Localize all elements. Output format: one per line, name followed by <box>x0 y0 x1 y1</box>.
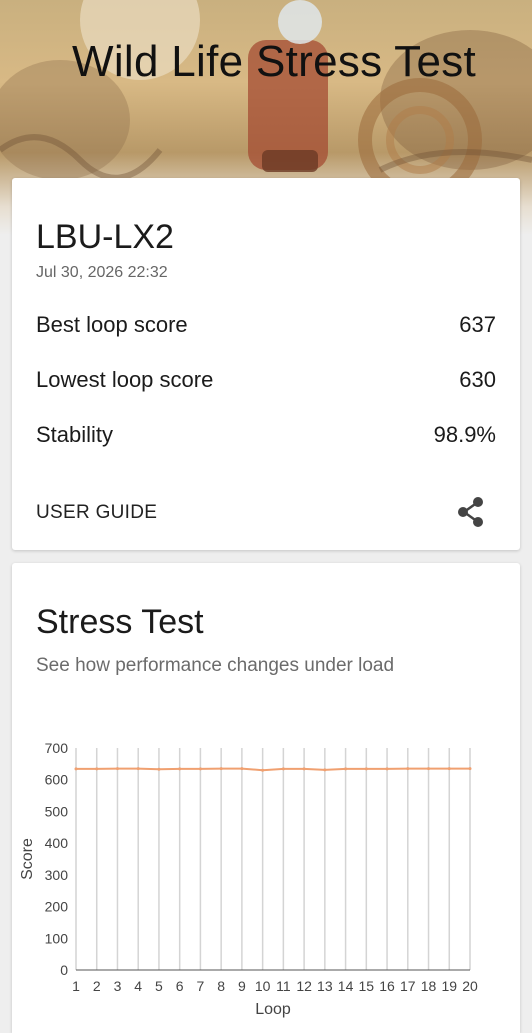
x-tick-label: 7 <box>197 978 205 994</box>
x-axis-title: Loop <box>255 1001 291 1018</box>
y-tick-label: 0 <box>60 962 68 978</box>
lowest-loop-score-label: Lowest loop score <box>36 367 214 392</box>
y-tick-label: 500 <box>45 803 69 819</box>
score-series-line <box>76 767 470 772</box>
score-data-point <box>74 767 78 771</box>
y-tick-label: 700 <box>45 740 69 756</box>
score-data-point <box>178 767 182 771</box>
score-data-point <box>468 767 472 771</box>
stability-value: 98.9% <box>433 422 496 447</box>
stability-label: Stability <box>36 422 114 447</box>
x-tick-label: 14 <box>338 978 354 994</box>
stress-test-subtitle: See how performance changes under load <box>36 655 395 676</box>
score-data-point <box>115 767 119 771</box>
score-data-point <box>344 767 348 771</box>
score-data-point <box>281 767 285 771</box>
x-tick-label: 10 <box>255 978 271 994</box>
x-tick-label: 13 <box>317 978 333 994</box>
score-data-point <box>323 768 327 772</box>
x-tick-label: 8 <box>217 978 225 994</box>
x-tick-label: 4 <box>134 978 142 994</box>
score-data-point <box>427 767 431 771</box>
x-tick-label: 17 <box>400 978 416 994</box>
score-data-point <box>198 767 202 771</box>
score-chart: 01002003004005006007001 2 3 4 5 6 7 8 9 10 11 12 13 1… <box>19 740 478 1018</box>
x-tick-label: 1 <box>72 978 80 994</box>
score-data-point <box>157 767 161 771</box>
lowest-loop-score-value: 630 <box>459 367 496 392</box>
x-tick-label: 19 <box>441 978 457 994</box>
y-tick-label: 300 <box>45 867 69 883</box>
score-data-point <box>447 767 451 771</box>
x-tick-label: 3 <box>114 978 122 994</box>
x-tick-label: 6 <box>176 978 184 994</box>
x-tick-label: 11 <box>276 978 291 994</box>
y-axis-title: Score <box>19 838 36 880</box>
test-date: Jul 30, 2026 22:32 <box>36 264 168 281</box>
y-tick-label: 400 <box>45 835 69 851</box>
best-loop-score-value: 637 <box>459 312 496 337</box>
x-tick-label: 2 <box>93 978 101 994</box>
score-data-point <box>219 767 223 771</box>
x-tick-label: 5 <box>155 978 163 994</box>
y-tick-label: 100 <box>45 930 69 946</box>
lowest-loop-score-row: Lowest loop score 630 <box>36 367 496 397</box>
score-data-point <box>240 767 244 771</box>
share-icon[interactable] <box>456 496 486 528</box>
score-data-point <box>302 767 306 771</box>
score-data-point <box>261 768 265 772</box>
x-tick-label: 18 <box>421 978 437 994</box>
x-tick-label: 15 <box>359 978 375 994</box>
user-guide-button[interactable]: USER GUIDE <box>36 502 157 524</box>
result-card: LBU-LX2 Jul 30, 2026 22:32 Best loop sco… <box>12 178 520 550</box>
page-title: Wild Life Stress Test <box>72 37 477 86</box>
x-tick-label: 9 <box>238 978 246 994</box>
stress-test-card: Stress Test See how performance changes … <box>12 563 520 1033</box>
stress-test-title: Stress Test <box>36 603 204 641</box>
y-tick-label: 200 <box>45 899 69 915</box>
score-data-point <box>406 767 410 771</box>
score-data-point <box>95 767 99 771</box>
x-tick-label: 12 <box>296 978 312 994</box>
x-tick-label: 20 <box>462 978 478 994</box>
score-data-point <box>385 767 389 771</box>
score-data-point <box>364 767 368 771</box>
best-loop-score-row: Best loop score 637 <box>36 312 496 342</box>
x-tick-label: 16 <box>379 978 395 994</box>
best-loop-score-label: Best loop score <box>36 312 188 337</box>
score-data-point <box>136 767 140 771</box>
y-tick-label: 600 <box>45 772 69 788</box>
stability-row: Stability 98.9% <box>36 422 496 452</box>
device-name: LBU-LX2 <box>36 218 174 256</box>
